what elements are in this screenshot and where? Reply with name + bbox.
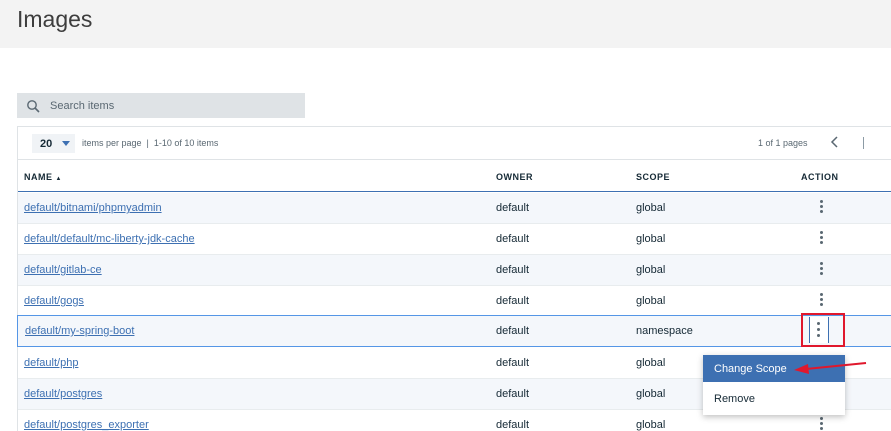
table-row: default/gogs default global bbox=[18, 286, 891, 317]
owner-cell: default bbox=[496, 233, 530, 245]
owner-cell: default bbox=[496, 388, 530, 400]
scope-cell: global bbox=[636, 295, 666, 307]
overflow-menu-icon[interactable] bbox=[815, 198, 827, 218]
image-name-link[interactable]: default/postgres_exporter bbox=[24, 419, 149, 431]
owner-cell: default bbox=[496, 419, 530, 431]
scope-cell: global bbox=[636, 388, 666, 400]
search-input[interactable]: Search items bbox=[17, 93, 305, 118]
overflow-menu-icon[interactable] bbox=[815, 260, 827, 280]
menu-item-remove[interactable]: Remove bbox=[703, 385, 845, 412]
owner-cell: default bbox=[496, 295, 530, 307]
items-per-page-select[interactable]: 20 bbox=[32, 134, 75, 153]
sort-ascending-icon: ▲ bbox=[55, 176, 62, 182]
column-header-owner: OWNER bbox=[496, 172, 533, 182]
pagination-bar: 20 items per page | 1-10 of 10 items 1 o… bbox=[18, 127, 891, 160]
scope-cell: global bbox=[636, 264, 666, 276]
scope-cell: global bbox=[636, 357, 666, 369]
page-title: Images bbox=[17, 6, 93, 32]
image-name-link[interactable]: default/gogs bbox=[24, 295, 84, 307]
column-header-name[interactable]: NAME ▲ bbox=[24, 172, 62, 182]
search-placeholder: Search items bbox=[50, 99, 115, 112]
table-row: default/gitlab-ce default global bbox=[18, 255, 891, 286]
scope-cell: global bbox=[636, 233, 666, 245]
column-header-scope: SCOPE bbox=[636, 172, 671, 182]
table-row-selected: default/my-spring-boot default namespace bbox=[17, 315, 891, 347]
scope-cell: global bbox=[636, 202, 666, 214]
page-header: Images bbox=[0, 0, 891, 48]
table-row: default/bitnami/phpmyadmin default globa… bbox=[18, 193, 891, 224]
overflow-menu-icon[interactable] bbox=[815, 415, 827, 431]
owner-cell: default bbox=[496, 357, 530, 369]
scope-cell: namespace bbox=[636, 325, 693, 337]
items-per-page-label: items per page | 1-10 of 10 items bbox=[82, 138, 219, 148]
image-name-link[interactable]: default/php bbox=[24, 357, 78, 369]
page-info: 1 of 1 pages bbox=[758, 138, 808, 148]
search-icon bbox=[27, 99, 40, 113]
owner-cell: default bbox=[496, 325, 530, 337]
table-header: NAME ▲ OWNER SCOPE ACTION bbox=[18, 160, 891, 192]
image-name-link[interactable]: default/gitlab-ce bbox=[24, 264, 102, 276]
image-name-link[interactable]: default/bitnami/phpmyadmin bbox=[24, 202, 162, 214]
scope-cell: global bbox=[636, 419, 666, 431]
owner-cell: default bbox=[496, 264, 530, 276]
chevron-down-icon bbox=[62, 141, 70, 146]
owner-cell: default bbox=[496, 202, 530, 214]
column-header-action: ACTION bbox=[801, 172, 839, 182]
table-row: default/default/mc-liberty-jdk-cache def… bbox=[18, 224, 891, 255]
arrow-annotation-icon bbox=[794, 362, 867, 374]
items-per-page-value: 20 bbox=[40, 137, 53, 150]
overflow-menu-icon[interactable] bbox=[815, 291, 827, 311]
overflow-menu-icon[interactable] bbox=[815, 229, 827, 249]
chevron-left-icon[interactable] bbox=[828, 135, 842, 149]
image-name-link[interactable]: default/postgres bbox=[24, 388, 102, 400]
image-name-link[interactable]: default/my-spring-boot bbox=[25, 325, 134, 337]
image-name-link[interactable]: default/default/mc-liberty-jdk-cache bbox=[24, 233, 195, 245]
pagination-divider bbox=[863, 137, 864, 149]
overflow-menu-trigger-open[interactable] bbox=[809, 317, 829, 343]
